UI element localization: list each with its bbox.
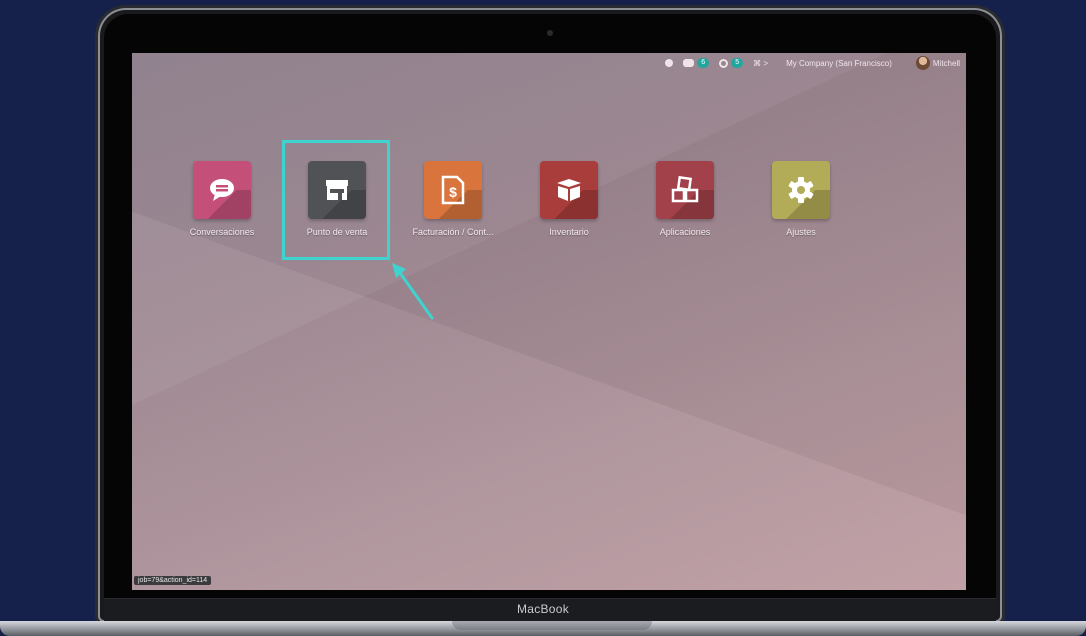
command-palette-button[interactable]: ⌘ > bbox=[753, 59, 768, 68]
chat-bubble-icon bbox=[683, 59, 695, 67]
app-icon-tile bbox=[772, 161, 830, 219]
app-label: Ajustes bbox=[786, 227, 816, 237]
invoice-icon: $ bbox=[441, 175, 465, 205]
gear-icon bbox=[788, 177, 814, 203]
box-icon bbox=[557, 179, 581, 201]
svg-text:$: $ bbox=[449, 184, 457, 200]
company-switcher[interactable]: My Company (San Francisco) bbox=[786, 59, 892, 68]
activities-badge: 5 bbox=[731, 58, 744, 68]
store-icon bbox=[326, 180, 348, 200]
app-icon-tile bbox=[193, 161, 251, 219]
app-aplicaciones[interactable]: Aplicaciones bbox=[635, 161, 735, 251]
app-label: Facturación / Cont... bbox=[412, 227, 494, 237]
avatar bbox=[915, 56, 930, 70]
app-icon-tile: $ bbox=[424, 161, 482, 219]
user-name: Mitchell bbox=[932, 58, 960, 68]
app-inventario[interactable]: Inventario bbox=[519, 161, 619, 251]
laptop-notch bbox=[452, 621, 652, 630]
shortcut-label: ⌘ > bbox=[753, 58, 769, 68]
user-menu[interactable]: Mitchell bbox=[915, 56, 960, 70]
debug-toggle[interactable] bbox=[665, 59, 674, 67]
cubes-icon bbox=[671, 176, 699, 203]
app-facturacion[interactable]: $ Facturación / Cont... bbox=[403, 161, 503, 251]
app-grid: Conversaciones Punto de venta $ Facturac… bbox=[172, 161, 892, 251]
status-url: job=79&action_id=114 bbox=[134, 576, 212, 585]
app-icon-tile bbox=[540, 161, 598, 219]
messages-badge: 6 bbox=[697, 58, 710, 68]
top-navbar: 6 5 ⌘ > My Company (San Francisco) Mitch… bbox=[132, 53, 966, 73]
camera-icon bbox=[547, 30, 553, 36]
chat-icon bbox=[210, 179, 234, 201]
app-conversaciones[interactable]: Conversaciones bbox=[172, 161, 272, 251]
app-label: Aplicaciones bbox=[659, 227, 711, 237]
screen: 6 5 ⌘ > My Company (San Francisco) Mitch… bbox=[132, 53, 966, 590]
app-ajustes[interactable]: Ajustes bbox=[751, 161, 851, 251]
arrow-icon bbox=[392, 263, 434, 320]
activities-button[interactable]: 5 bbox=[719, 58, 744, 68]
app-icon-tile bbox=[656, 161, 714, 219]
company-name: My Company (San Francisco) bbox=[786, 58, 892, 68]
messages-button[interactable]: 6 bbox=[683, 58, 710, 68]
app-label: Conversaciones bbox=[189, 227, 255, 237]
app-label: Inventario bbox=[549, 227, 589, 237]
brand-label: MacBook bbox=[516, 602, 570, 616]
clock-icon bbox=[719, 58, 729, 68]
bug-icon bbox=[665, 59, 674, 67]
